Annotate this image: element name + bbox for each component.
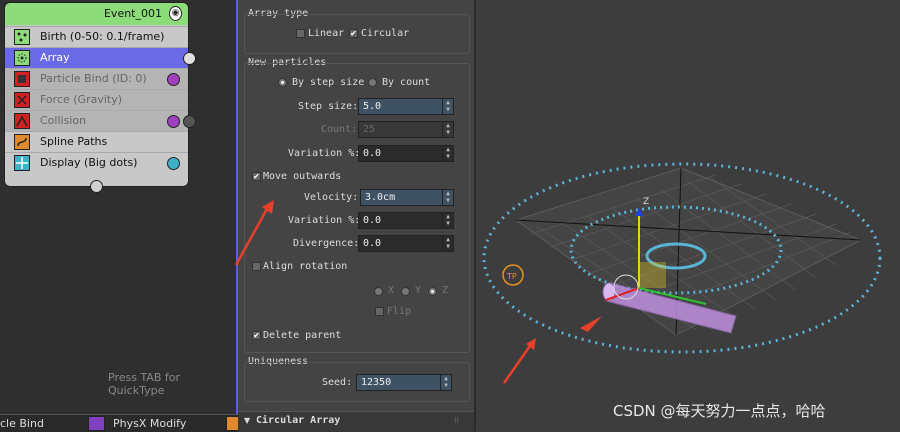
birth-icon [14,29,30,45]
by-step-size-label: By step size [292,77,365,88]
operator-label: Array [40,51,70,64]
by-count-radio[interactable] [368,78,377,87]
circular-checkbox[interactable]: ✔ [349,29,358,38]
input-pin[interactable] [90,180,103,193]
csdn-watermark: CSDN @每天努力一点点，哈哈 [613,402,826,420]
step-size-spinner[interactable]: 5.0 ▲ ▼ [358,98,454,115]
operator-label: Collision [40,114,87,127]
circular-label: Circular [361,28,410,39]
velocity-label: Velocity: [304,192,359,203]
flip-label: Flip [387,306,412,317]
bind-icon [14,71,30,87]
operator-particle-bind[interactable]: Particle Bind (ID: 0) [5,68,188,89]
operator-birth[interactable]: Birth (0-50: 0.1/frame) [5,26,188,47]
node-light-icon[interactable]: ◉ [169,6,182,21]
seed-spinner[interactable]: 12350 ▲ ▼ [356,374,452,391]
display-icon [14,155,30,171]
viewport-scene: Z TP [482,162,882,384]
spinner-arrows-icon[interactable]: ▲ ▼ [442,146,453,161]
spinner-arrows-icon[interactable]: ▲ ▼ [442,99,453,114]
particle-view-graph[interactable]: Event_001 ◉ Birth (0-50: 0.1/frame) Arra… [0,0,238,414]
spline-icon [14,134,30,150]
rollout-title: Circular Array [256,415,341,426]
test-pin[interactable] [167,157,180,170]
step-size-value: 5.0 [363,101,382,112]
axis-x-label: X [388,285,395,296]
depot-item-physx[interactable]: PhysX Modify [113,417,186,430]
test-pin[interactable] [167,115,180,128]
annotation-arrow-icon [502,316,602,384]
svg-text:TP: TP [506,272,517,281]
quicktype-hint: Press TAB for QuickType [108,371,181,397]
by-step-size-radio[interactable] [278,78,287,87]
variation-value: 0.0 [363,148,382,159]
array-icon [14,50,30,66]
delete-parent-label: Delete parent [263,330,342,341]
spinner-arrows-icon[interactable]: ▲ ▼ [440,375,451,390]
circular-array-rollout[interactable]: ▼ Circular Array ⁞⁞ [238,411,474,432]
operator-label: Force (Gravity) [40,93,123,106]
operator-label: Display (Big dots) [40,156,138,169]
operator-label: Birth (0-50: 0.1/frame) [40,30,165,43]
operator-force[interactable]: Force (Gravity) [5,89,188,110]
spinner-arrows-icon[interactable]: ▲ ▼ [442,213,453,228]
depot-bar: cle Bind PhysX Modify [0,414,240,432]
test-pin[interactable] [167,73,180,86]
velocity-value: 3.0cm [365,192,396,203]
linear-label: Linear [308,28,345,39]
tp-helper-icon: TP [502,264,524,286]
event-node-title[interactable]: Event_001 [5,3,188,25]
seed-label: Seed: [322,377,353,388]
variation-value: 0.0 [363,215,382,226]
output-pin[interactable] [183,52,196,65]
variation-label: Variation %: [288,148,361,159]
physx-icon [88,416,105,431]
delete-parent-checkbox[interactable]: ✔ [252,331,261,340]
move-outwards-checkbox[interactable]: ✔ [252,172,261,181]
variation-label: Variation %: [288,215,361,226]
divergence-label: Divergence: [293,238,360,249]
flip-checkbox [375,307,384,316]
axis-y-radio [401,287,410,296]
operator-label: Spline Paths [40,135,108,148]
linear-checkbox[interactable] [296,29,305,38]
operator-display[interactable]: Display (Big dots) [5,152,188,173]
move-outwards-label: Move outwards [263,171,342,182]
variation-spinner[interactable]: 0.0 ▲ ▼ [358,145,454,162]
operator-array[interactable]: Array [5,47,196,68]
spinner-arrows-icon[interactable]: ▲ ▼ [442,236,453,251]
collapse-triangle-icon[interactable]: ▼ [244,416,250,425]
velocity-spinner[interactable]: 3.0cm ▲ ▼ [360,189,454,206]
operator-label: Particle Bind (ID: 0) [40,72,147,85]
velocity-variation-spinner[interactable]: 0.0 ▲ ▼ [358,212,454,229]
axis-y-label: Y [415,285,422,296]
force-icon [14,92,30,108]
step-size-label: Step size: [298,101,359,112]
seed-value: 12350 [361,377,392,388]
output-pin[interactable] [183,115,196,128]
axis-x-radio [374,287,383,296]
spinner-arrows-icon: ▲ ▼ [442,122,453,137]
rollout-grip-icon: ⁞⁞ [454,416,460,425]
axis-z-label: Z [442,285,449,296]
operator-collision[interactable]: Collision [5,110,196,131]
viewport-perspective[interactable]: Z TP Z [474,0,900,431]
spinner-arrows-icon[interactable]: ▲ ▼ [442,190,453,205]
collision-icon [14,113,30,129]
svg-text:Z: Z [643,197,649,207]
by-count-label: By count [382,77,431,88]
operator-spline-paths[interactable]: Spline Paths [5,131,188,152]
count-value: 25 [363,124,376,135]
count-label: Count: [321,124,358,135]
divergence-value: 0.0 [363,238,382,249]
depot-item-bind[interactable]: cle Bind [0,417,44,430]
annotation-arrow-icon [234,200,274,266]
event-node[interactable]: Event_001 ◉ Birth (0-50: 0.1/frame) Arra… [4,2,196,193]
divergence-spinner[interactable]: 0.0 ▲ ▼ [358,235,454,252]
count-spinner: 25 ▲ ▼ [358,121,454,138]
axis-z-radio [428,287,437,296]
